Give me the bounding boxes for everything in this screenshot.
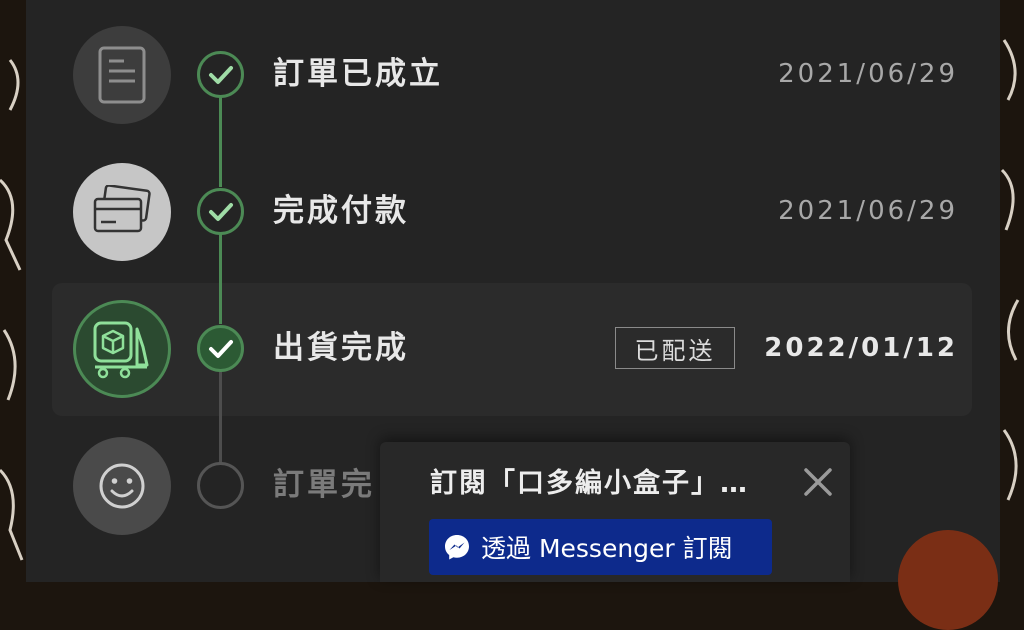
smiley-icon — [99, 463, 145, 509]
step-icon-order-completed — [73, 437, 171, 535]
step-date-order-created: 2021/06/29 — [778, 59, 958, 89]
messenger-subscribe-popup: 訂閱「口多編小盒子」… 透過 Messenger 訂閱 — [380, 442, 850, 582]
credit-card-icon — [93, 185, 151, 233]
timeline-connector-2 — [219, 234, 222, 324]
checkmark-icon — [208, 65, 233, 84]
document-icon — [98, 46, 146, 104]
messenger-button-label: 透過 Messenger 訂閱 — [481, 534, 733, 563]
step-label-payment: 完成付款 — [273, 193, 409, 229]
popup-title: 訂閱「口多編小盒子」… — [430, 468, 749, 499]
step-check-shipped — [197, 325, 244, 372]
step-icon-payment — [73, 163, 171, 261]
step-check-order-completed — [197, 462, 244, 509]
background-pattern-left — [0, 0, 26, 582]
step-icon-shipped — [73, 300, 171, 398]
step-label-order-created: 訂單已成立 — [273, 56, 443, 92]
step-date-shipped: 2022/01/12 — [764, 333, 958, 363]
delivered-status-badge: 已配送 — [615, 327, 735, 369]
checkmark-icon — [208, 202, 233, 221]
step-label-order-completed: 訂單完 — [273, 467, 375, 503]
step-check-payment — [197, 188, 244, 235]
step-date-payment: 2021/06/29 — [778, 196, 958, 226]
timeline-connector-3 — [219, 371, 222, 463]
step-check-order-created — [197, 51, 244, 98]
checkmark-icon — [208, 339, 233, 358]
step-label-shipped: 出貨完成 — [273, 330, 409, 366]
popup-close-button[interactable] — [798, 462, 838, 502]
close-icon — [804, 468, 832, 496]
subscribe-via-messenger-button[interactable]: 透過 Messenger 訂閱 — [429, 519, 772, 575]
background-pattern-right — [1000, 0, 1024, 582]
step-icon-order-created — [73, 26, 171, 124]
timeline-connector-1 — [219, 97, 222, 187]
delivery-box-icon — [93, 321, 149, 379]
floating-action-button[interactable] — [898, 530, 998, 630]
messenger-icon — [445, 535, 469, 560]
